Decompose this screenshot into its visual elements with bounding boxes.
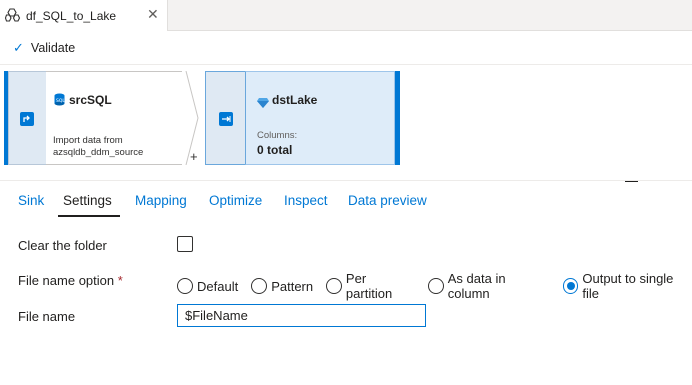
file-name-option-radio-group: Default Pattern Per partition As data in… [177,271,692,301]
close-icon[interactable]: ✕ [147,7,159,21]
radio-label: As data in column [447,271,506,301]
clear-folder-checkbox[interactable] [177,236,193,252]
tab-inspect[interactable]: Inspect [284,193,328,208]
tab-data-preview[interactable]: Data preview [348,193,427,208]
radio-label: Pattern [271,278,314,294]
radio-label: Default [197,278,239,294]
tab-bar: df_SQL_to_Lake ✕ [0,0,692,31]
panel-tabs: Sink Settings Mapping Optimize Inspect D… [0,180,692,219]
source-node-dataset: azsqldb_ddm_source [53,147,144,158]
source-node-description: Import data from [53,135,123,146]
radio-per-partition[interactable]: Per partition [326,271,415,301]
radio-circle-selected [562,278,579,294]
radio-default[interactable]: Default [177,278,238,294]
radio-output-to-single-file[interactable]: Output to single file [562,271,692,301]
dataflow-icon [4,8,21,27]
sink-node-handle[interactable] [205,71,245,165]
validate-label: Validate [30,41,76,55]
radio-circle [251,278,268,294]
tab-optimize[interactable]: Optimize [209,193,262,208]
tab-mapping[interactable]: Mapping [135,193,187,208]
file-name-input[interactable] [177,304,426,327]
active-tab-indicator [58,215,120,217]
add-transformation-button[interactable]: + [190,149,198,164]
sink-columns-value: 0 total [257,143,293,157]
radio-circle [177,278,193,294]
tab-settings[interactable]: Settings [63,193,112,208]
sink-transform-icon [219,112,233,126]
sink-node-title: dstLake [272,93,318,107]
source-node[interactable]: SQL srcSQL Import data from azsqldb_ddm_… [46,71,186,165]
required-marker: * [117,273,123,288]
document-tab[interactable]: df_SQL_to_Lake ✕ [0,0,168,31]
sink-node[interactable]: dstLake Columns: 0 total [245,71,395,165]
file-name-label: File name [18,309,76,324]
source-node-handle[interactable] [8,71,46,165]
sink-node-accent [395,71,400,165]
svg-text:SQL: SQL [56,98,65,104]
source-transform-icon [20,112,34,126]
lake-icon [257,95,269,113]
tab-sink[interactable]: Sink [18,193,44,208]
radio-label: Output to single file [582,271,674,301]
file-name-option-label-text: File name option [18,273,115,288]
checkmark-icon: ✓ [13,40,24,55]
file-name-option-label: File name option * [18,273,123,288]
command-bar: ✓ Validate [0,31,692,64]
clear-folder-label: Clear the folder [18,238,107,253]
sink-columns-label: Columns: [257,130,298,141]
sql-database-icon: SQL [54,93,65,111]
radio-as-data-in-column[interactable]: As data in column [427,271,550,301]
radio-label: Per partition [345,271,393,301]
radio-circle [326,278,342,294]
validate-button[interactable]: ✓ Validate [13,40,75,56]
tab-title: df_SQL_to_Lake [26,9,117,23]
source-node-title: srcSQL [69,93,112,107]
dataflow-canvas[interactable]: SQL srcSQL Import data from azsqldb_ddm_… [0,64,692,182]
radio-pattern[interactable]: Pattern [251,278,313,294]
radio-circle [427,278,444,294]
